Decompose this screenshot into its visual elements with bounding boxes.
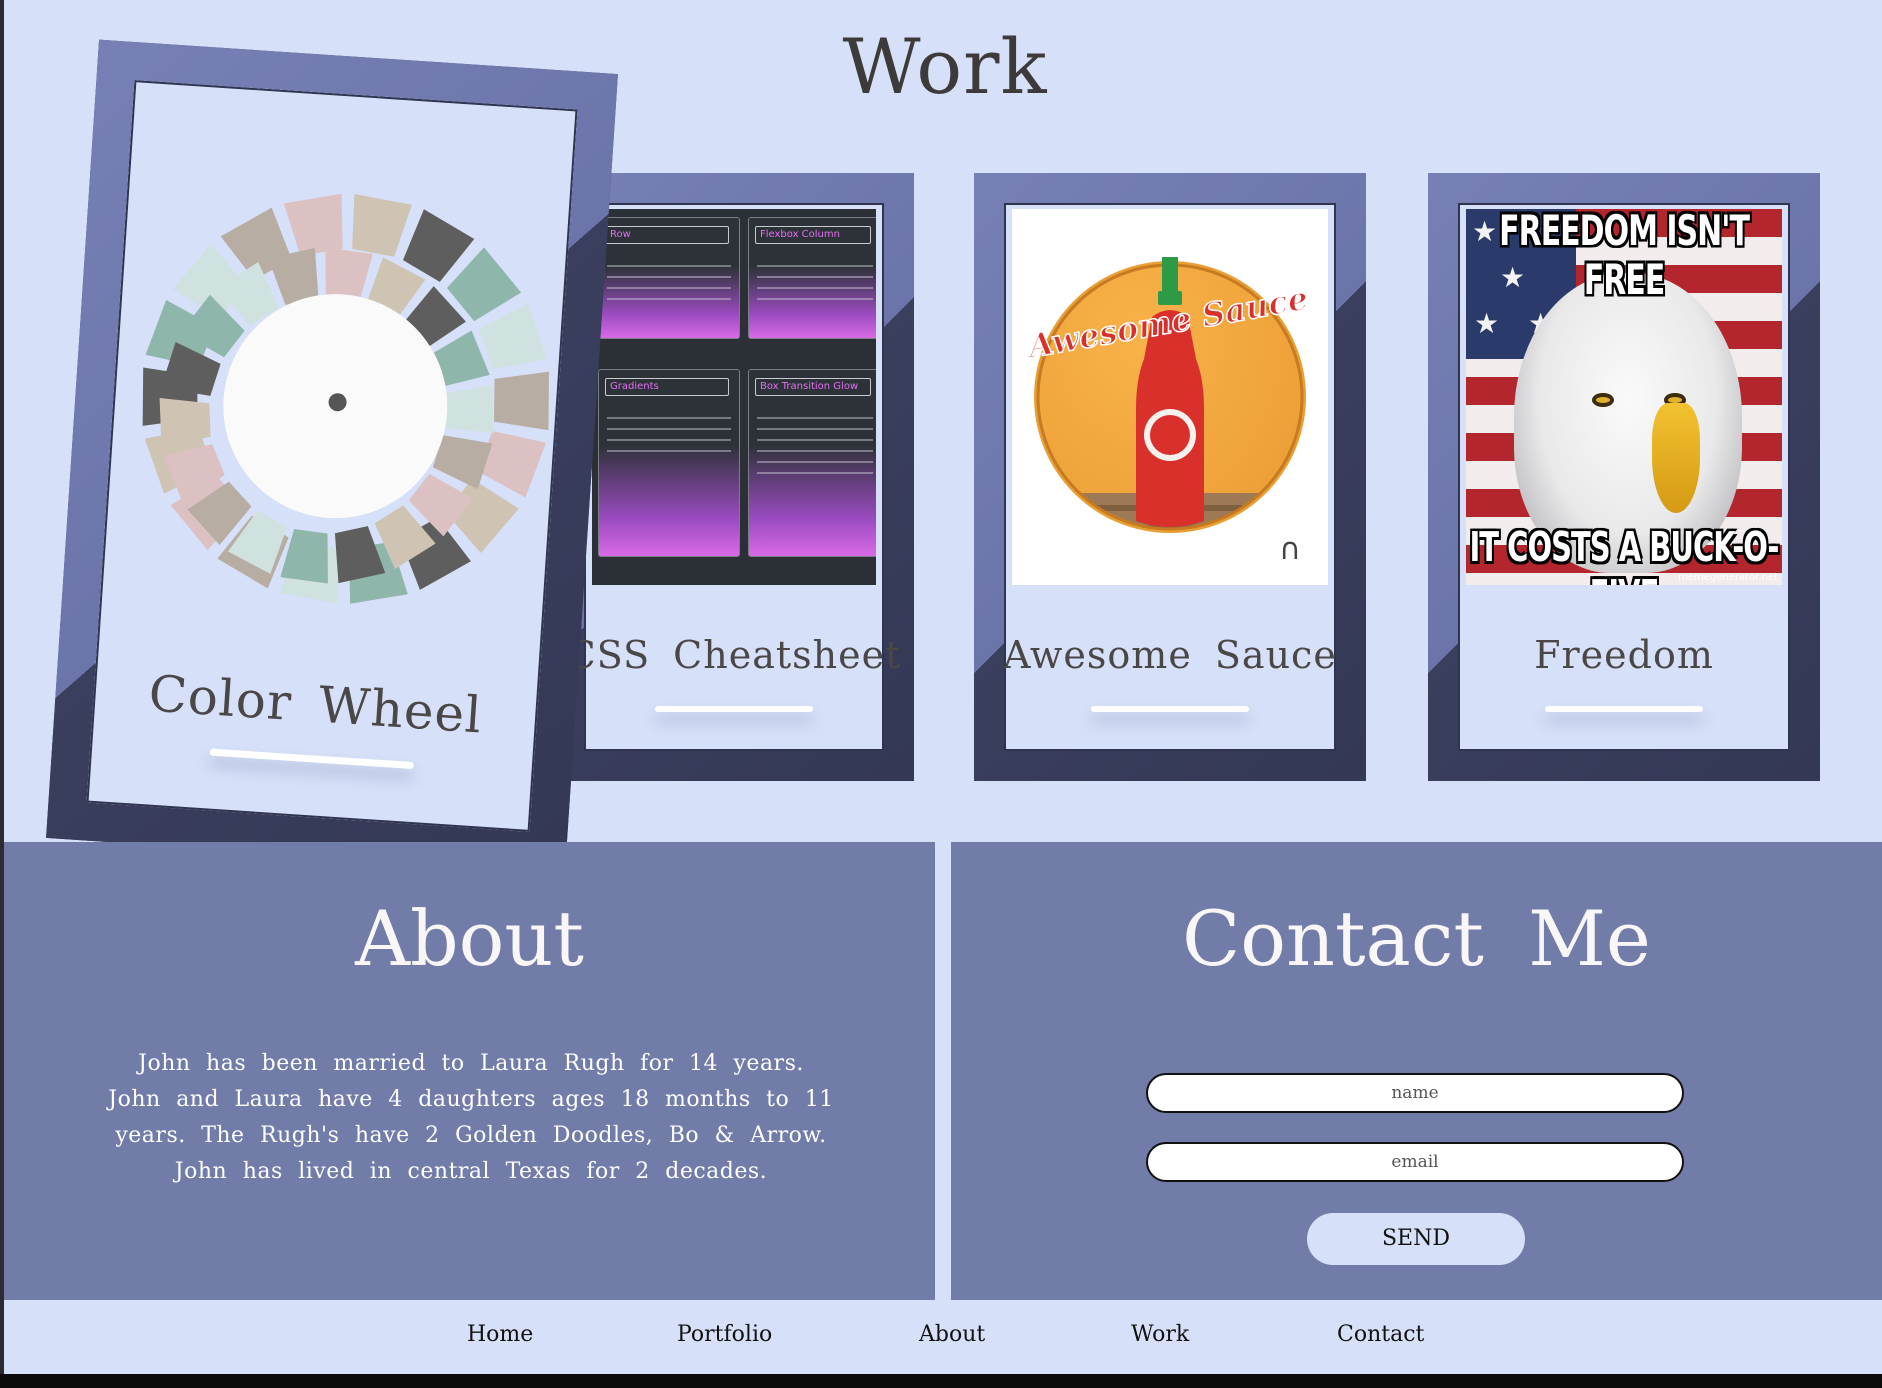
- svg-text:∩: ∩: [1279, 532, 1301, 567]
- color-wheel-tile: [159, 398, 211, 446]
- section-divider: [935, 842, 951, 1300]
- awesome-sauce-button-icon: Awesome Sauce ∩: [1022, 257, 1312, 567]
- nav-contact[interactable]: Contact: [1337, 1322, 1424, 1347]
- contact-section: Contact Me name email SEND: [951, 842, 1882, 1300]
- card-underline: [1091, 706, 1249, 712]
- card-label: CSS Cheatsheet: [566, 633, 902, 677]
- color-wheel-tile: [352, 193, 412, 257]
- about-text: John has been married to Laura Rugh for …: [108, 1051, 834, 1184]
- nav-work[interactable]: Work: [1131, 1322, 1189, 1347]
- color-wheel-tile: [280, 528, 328, 584]
- card-underline: [655, 706, 813, 712]
- card-label: Freedom: [1534, 633, 1714, 677]
- page-bottom-edge: [0, 1374, 1882, 1388]
- about-title: About: [355, 894, 584, 983]
- panel-label: Gradients: [605, 378, 729, 396]
- about-section: About John has been married to Laura Rug…: [4, 842, 935, 1300]
- nav-portfolio[interactable]: Portfolio: [677, 1322, 772, 1347]
- card-color-wheel[interactable]: Color Wheel: [46, 39, 618, 873]
- send-button[interactable]: SEND: [1307, 1213, 1525, 1265]
- email-field[interactable]: email: [1146, 1142, 1684, 1182]
- name-field[interactable]: name: [1146, 1073, 1684, 1113]
- meme-credit: memegenerator.net: [1678, 572, 1778, 583]
- css-cheatsheet-image: Row Flexbox Column Gradients Box Transit…: [592, 209, 876, 585]
- panel-label: Flexbox Column: [755, 226, 871, 244]
- meme-top-text: FREEDOM ISN'T FREE: [1499, 209, 1750, 305]
- contact-title: Contact Me: [1182, 894, 1651, 983]
- nav-about[interactable]: About: [919, 1322, 985, 1347]
- card-underline: [1545, 706, 1703, 712]
- footer-nav: Home Portfolio About Work Contact: [4, 1300, 1882, 1374]
- card-awesome-sauce[interactable]: Awesome Sauce ∩ Awesome Sauce: [974, 173, 1366, 781]
- card-label: Awesome Sauce: [1003, 633, 1337, 677]
- freedom-meme-image: ★ ★ ★ ★ FREEDOM ISN'T FREE IT COSTS A BU…: [1466, 209, 1782, 585]
- nav-home[interactable]: Home: [467, 1322, 533, 1347]
- color-wheel-icon: [142, 193, 550, 604]
- panel-label: Row: [605, 226, 729, 244]
- card-freedom[interactable]: ★ ★ ★ ★ FREEDOM ISN'T FREE IT COSTS A BU…: [1428, 173, 1820, 781]
- color-wheel-image: [91, 161, 580, 650]
- card-css-cheatsheet[interactable]: Row Flexbox Column Gradients Box Transit…: [554, 173, 914, 781]
- color-wheel-tile: [442, 385, 494, 434]
- color-wheel-tile: [283, 193, 343, 256]
- color-wheel-tile: [494, 371, 550, 431]
- panel-label: Box Transition Glow: [755, 378, 871, 396]
- awesome-sauce-image: Awesome Sauce ∩: [1012, 209, 1328, 585]
